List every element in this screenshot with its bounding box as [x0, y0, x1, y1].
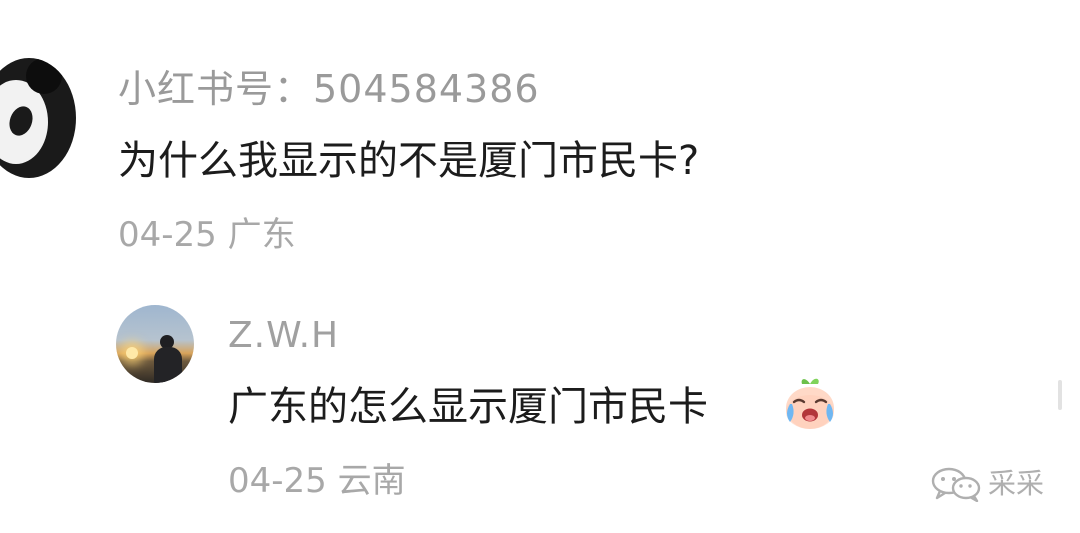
scroll-indicator [1058, 380, 1062, 410]
comment-text[interactable]: 为什么我显示的不是厦门市民卡? [118, 134, 699, 188]
user-avatar[interactable] [0, 58, 76, 178]
watermark-text: 采采 [988, 467, 1045, 500]
reply-avatar[interactable] [116, 305, 194, 383]
watermark: 采采 [930, 466, 1044, 502]
sunset-sun-shape [126, 347, 138, 359]
comment-username[interactable]: 小红书号：504584386 [118, 64, 540, 114]
wechat-icon [931, 467, 981, 502]
reply-text[interactable]: 广东的怎么显示厦门市民卡 [228, 380, 708, 434]
comment-meta: 04-25 广东 [118, 215, 296, 255]
silhouette-body-shape [154, 347, 182, 383]
reply-username[interactable]: Z.W.H [228, 312, 339, 360]
reply-meta: 04-25 云南 [228, 461, 406, 501]
crying-face-emoji-icon [786, 378, 834, 429]
comment-thread: 小红书号：504584386 为什么我显示的不是厦门市民卡? 04-25 广东 … [0, 0, 1080, 533]
panda-ear-shape [26, 58, 62, 94]
